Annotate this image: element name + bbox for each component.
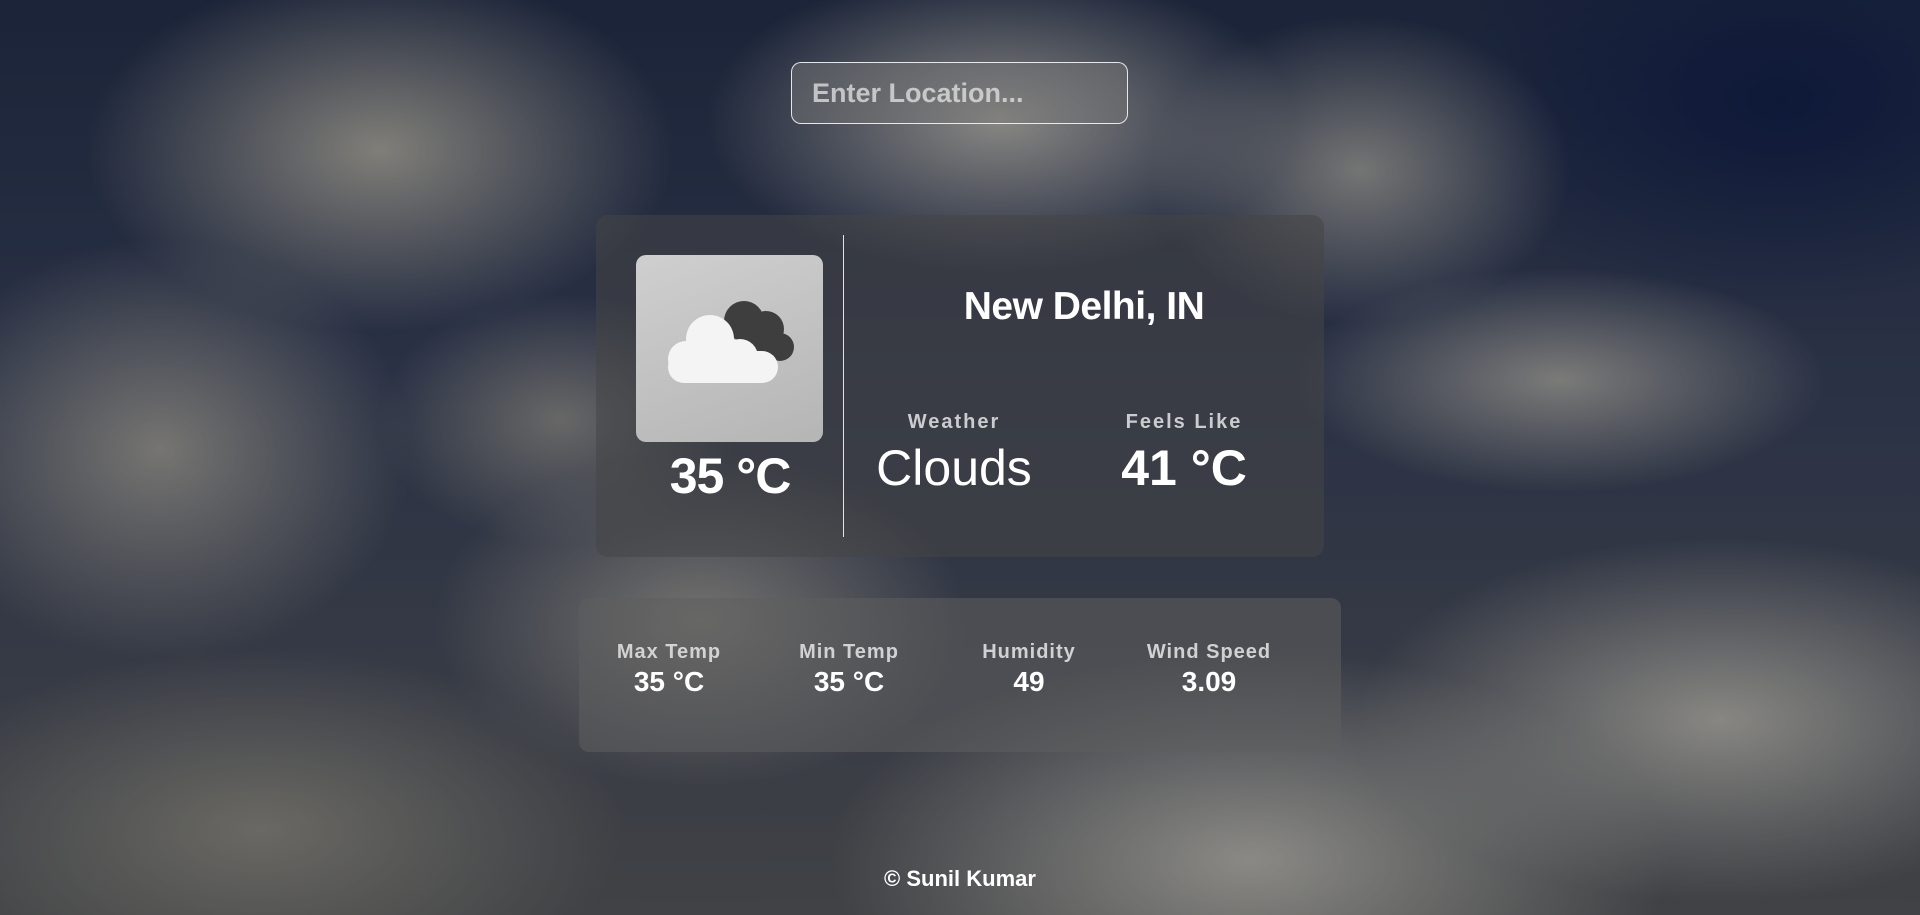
detail-min-temp: Min Temp 35 °C [759,641,939,698]
detail-value: 49 [1013,666,1045,697]
detail-humidity: Humidity 49 [939,641,1119,698]
detail-label: Humidity [982,641,1076,663]
feels-like-value: 41 °C [1121,440,1247,496]
detail-label: Wind Speed [1146,641,1272,663]
weather-icon-box [636,255,823,442]
feels-like-label: Feels Like [1125,411,1243,433]
weather-label: Weather [907,411,1001,433]
current-weather-card: 35 °C New Delhi, IN Weather Clouds Feels… [596,215,1324,557]
search-container [791,62,1128,124]
detail-value: 35 °C [813,666,885,697]
footer-credit: © Sunil Kumar [884,866,1036,891]
feels-like: Feels Like 41 °C [1089,411,1279,498]
detail-max-temp: Max Temp 35 °C [579,641,759,698]
detail-label: Max Temp [616,641,722,663]
detail-label: Min Temp [799,641,899,663]
current-temperature: 35 °C [669,448,792,504]
city-name: New Delhi, IN [963,285,1205,328]
detail-wind-speed: Wind Speed 3.09 [1119,641,1299,698]
detail-value: 3.09 [1181,666,1237,697]
cloud-icon [668,301,794,383]
location-search-input[interactable] [791,62,1128,124]
weather-details-card: Max Temp 35 °C Min Temp 35 °C Humidity 4… [579,598,1341,752]
detail-value: 35 °C [633,666,705,697]
card-divider [843,235,844,537]
weather-value: Clouds [876,440,1032,496]
weather-condition: Weather Clouds [859,411,1049,498]
